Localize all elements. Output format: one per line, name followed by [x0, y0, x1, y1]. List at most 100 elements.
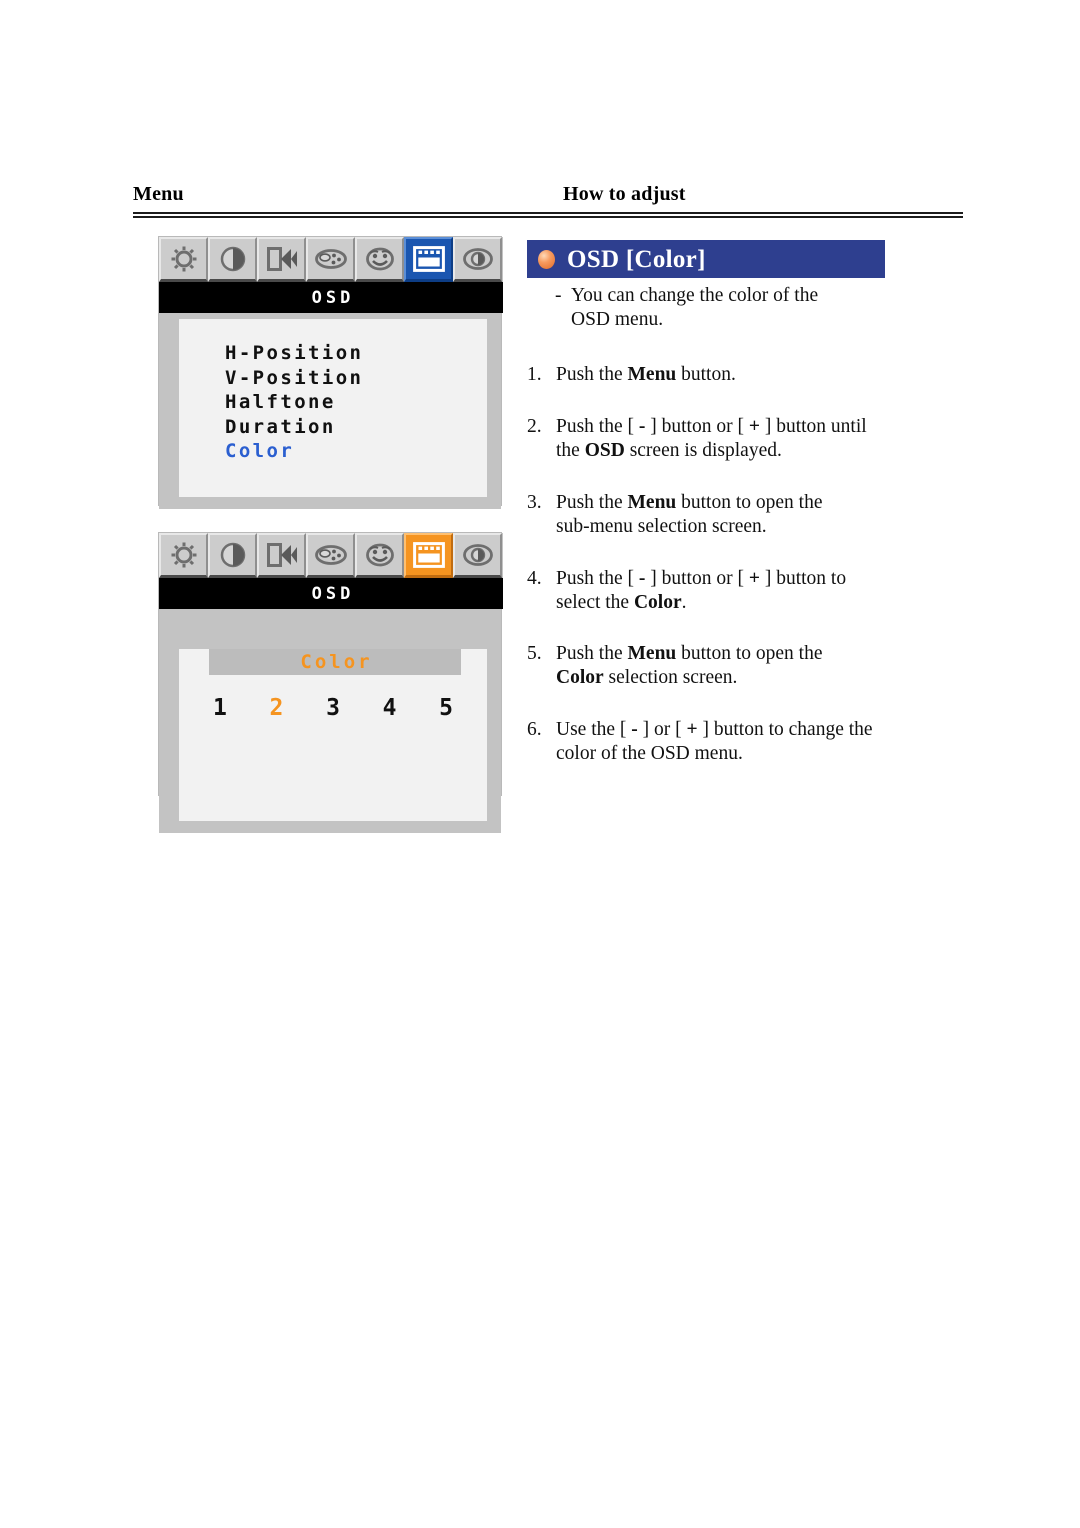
- osd-toolbar-tracking-phase-icon[interactable]: [453, 533, 502, 578]
- divider-line-bottom: [133, 216, 963, 218]
- osd-toolbar-osd-menu-icon[interactable]: [404, 237, 453, 282]
- color-option-3[interactable]: 3: [326, 695, 340, 721]
- osd-toolbar-brightness-gear-icon[interactable]: [159, 237, 208, 282]
- dash-marker: -: [555, 285, 562, 306]
- color-option-row[interactable]: 1 2 3 4 5: [213, 695, 453, 721]
- rewind-geometry-icon: [266, 246, 297, 272]
- step-text: Push the Menu button.: [556, 364, 736, 385]
- document-page: Menu How to adjust OSD H-Position V-Posi…: [0, 0, 1080, 1528]
- rewind-geometry-icon: [266, 542, 297, 568]
- step-emphasis: +: [748, 415, 760, 437]
- color-option-5[interactable]: 5: [439, 695, 453, 721]
- contrast-icon: [219, 245, 247, 273]
- step-text: Push the Menu button to open the sub-menu…: [556, 492, 823, 538]
- osd-titlebar: OSD: [159, 578, 503, 609]
- osd-toolbar-face-misc-icon[interactable]: [355, 237, 404, 282]
- osd-menu-item-color[interactable]: Color: [225, 439, 487, 464]
- step-emphasis: OSD: [584, 440, 625, 461]
- step-fragment: button to open the: [676, 642, 823, 664]
- step-text: Push the [ - ] button or [ + ] button un…: [556, 416, 867, 462]
- step-emphasis: +: [748, 567, 760, 589]
- step-fragment: ] button to: [759, 567, 847, 589]
- intro-line-1: You can change the color of the: [571, 285, 819, 306]
- step-fragment: ] button until: [759, 415, 867, 437]
- step-fragment: button.: [676, 364, 736, 385]
- step-fragment: Push the [: [556, 567, 639, 589]
- step-fragment: Push the: [556, 491, 628, 513]
- color-banner: Color: [209, 649, 461, 675]
- osd-toolbar-face-misc-icon[interactable]: [355, 533, 404, 578]
- instructions-heading-text: OSD [Color]: [567, 245, 706, 273]
- osd-body: Color 1 2 3 4 5: [159, 609, 501, 833]
- step-fragment: selection screen.: [603, 667, 738, 688]
- step-text: Use the [ - ] or [ + ] button to change …: [556, 719, 873, 765]
- step-fragment: .: [681, 592, 687, 613]
- osd-menu-item-list[interactable]: H-Position V-Position Halftone Duration Colo…: [225, 341, 487, 464]
- menu-column-header: Menu: [133, 183, 184, 205]
- color-option-4[interactable]: 4: [383, 695, 397, 721]
- step-fragment: ] button or [: [645, 567, 749, 589]
- brightness-gear-icon: [170, 245, 198, 273]
- step-fragment: sub-menu selection screen.: [556, 516, 767, 537]
- step-fragment: button to open the: [676, 491, 823, 513]
- brightness-gear-icon: [170, 541, 198, 569]
- step-fragment: select the: [556, 592, 634, 613]
- osd-menu-icon: [412, 542, 445, 568]
- step-number: 3.: [527, 491, 542, 513]
- osd-title-text: OSD: [311, 583, 355, 604]
- header-divider-rule: [133, 212, 963, 218]
- step-text: Push the Menu button to open the Color se…: [556, 643, 823, 689]
- step-number: 4.: [527, 567, 542, 589]
- step-fragment: ] or [: [637, 718, 687, 740]
- osd-toolbar-color-palette-icon[interactable]: [306, 533, 355, 578]
- step-fragment: ] button to change the: [697, 718, 873, 740]
- osd-title-text: OSD: [311, 287, 355, 308]
- osd-menu-item-v-position[interactable]: V-Position: [225, 366, 487, 391]
- orange-sphere-bullet-icon: [538, 249, 555, 269]
- instruction-step-1: 1. Push the Menu button.: [527, 363, 967, 388]
- step-emphasis: Menu: [627, 364, 677, 385]
- color-option-2[interactable]: 2: [270, 695, 284, 721]
- color-option-1[interactable]: 1: [213, 695, 227, 721]
- osd-toolbar-rewind-geometry-icon[interactable]: [257, 533, 306, 578]
- osd-toolbar-contrast-icon[interactable]: [208, 533, 257, 578]
- step-fragment: Push the: [556, 642, 628, 664]
- osd-toolbar-brightness-gear-icon[interactable]: [159, 533, 208, 578]
- step-fragment: color of the OSD menu.: [556, 743, 743, 764]
- intro-line-2: OSD menu.: [571, 309, 664, 330]
- instruction-step-3: 3. Push the Menu button to open the sub-me…: [527, 491, 967, 540]
- step-emphasis: +: [686, 718, 698, 740]
- osd-toolbar-rewind-geometry-icon[interactable]: [257, 237, 306, 282]
- step-fragment: the: [556, 440, 585, 461]
- step-number: 2.: [527, 415, 542, 437]
- osd-menu-item-halftone[interactable]: Halftone: [225, 390, 487, 415]
- step-number: 5.: [527, 642, 542, 664]
- instructions-intro: - You can change the color of the OSD men…: [555, 284, 967, 332]
- osd-menu-icon: [412, 246, 445, 272]
- osd-toolbar-contrast-icon[interactable]: [208, 237, 257, 282]
- color-palette-icon: [314, 248, 347, 270]
- contrast-icon: [219, 541, 247, 569]
- osd-toolbar-tracking-phase-icon[interactable]: [453, 237, 502, 282]
- instruction-step-6: 6. Use the [ - ] or [ + ] button to chang…: [527, 718, 967, 767]
- step-fragment: screen is displayed.: [624, 440, 782, 461]
- osd-menu-item-duration[interactable]: Duration: [225, 415, 487, 440]
- instruction-step-5: 5. Push the Menu button to open the Color …: [527, 642, 967, 691]
- instructions-column: OSD [Color] - You can change the color of…: [527, 240, 967, 767]
- osd-body: H-Position V-Position Halftone Duration Colo…: [159, 313, 501, 509]
- osd-icon-toolbar[interactable]: [159, 533, 503, 578]
- face-misc-icon: [365, 247, 394, 271]
- osd-screen-area: H-Position V-Position Halftone Duration Colo…: [179, 319, 487, 497]
- osd-menu-item-h-position[interactable]: H-Position: [225, 341, 487, 366]
- column-headers: Menu How to adjust: [133, 183, 963, 209]
- step-fragment: Push the [: [556, 415, 639, 437]
- osd-icon-toolbar[interactable]: [159, 237, 503, 282]
- osd-titlebar: OSD: [159, 282, 503, 313]
- osd-toolbar-color-palette-icon[interactable]: [306, 237, 355, 282]
- step-number: 1.: [527, 364, 542, 385]
- step-emphasis: Menu: [627, 642, 677, 664]
- osd-toolbar-osd-menu-icon[interactable]: [404, 533, 453, 578]
- tracking-phase-icon: [462, 543, 493, 567]
- step-fragment: Use the [: [556, 718, 632, 740]
- step-fragment: ] button or [: [645, 415, 749, 437]
